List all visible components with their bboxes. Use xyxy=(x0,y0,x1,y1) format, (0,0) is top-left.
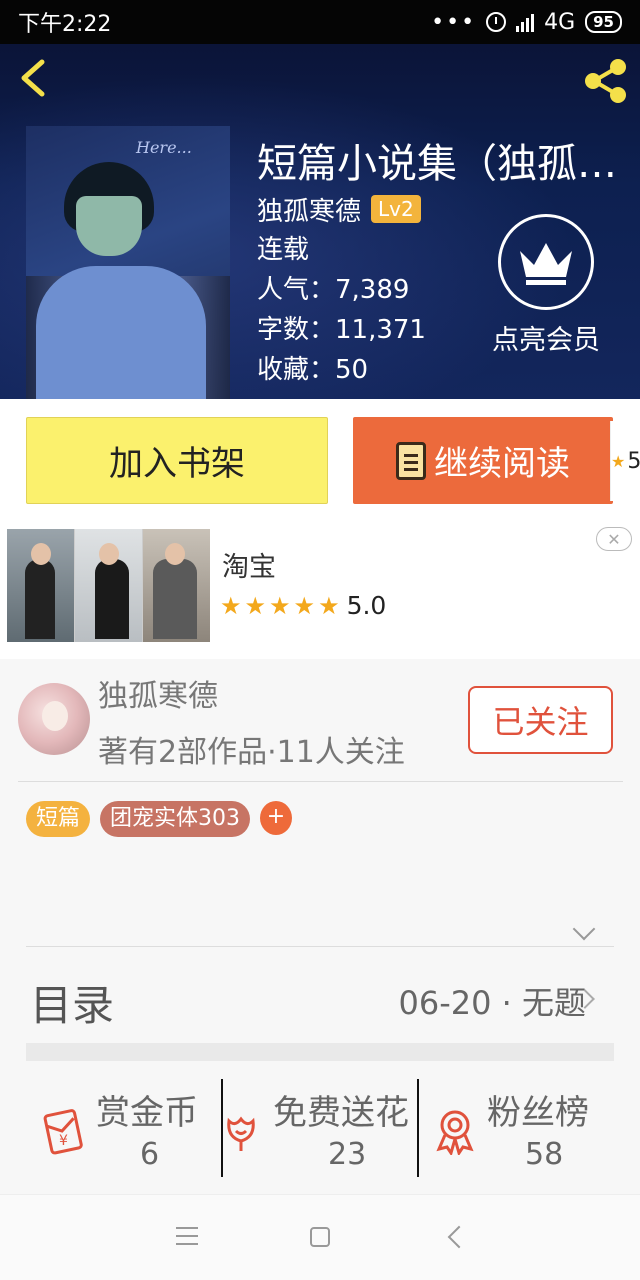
crown-icon xyxy=(498,214,594,310)
stat-fan-ranking[interactable]: 粉丝榜 58 xyxy=(419,1079,640,1179)
medal-icon xyxy=(436,1110,474,1155)
book-icon xyxy=(396,441,426,480)
svg-text:¥: ¥ xyxy=(59,1133,68,1149)
chevron-down-icon[interactable] xyxy=(572,917,596,941)
add-tag-button[interactable]: + xyxy=(260,801,293,835)
stat-label: 粉丝榜 xyxy=(487,1093,589,1133)
network-label: 4G xyxy=(544,9,576,35)
share-icon[interactable] xyxy=(580,56,630,106)
ad-image-panel xyxy=(7,529,74,642)
stat-value: 6 xyxy=(140,1137,160,1172)
level-badge: Lv2 xyxy=(371,195,421,223)
home-icon[interactable] xyxy=(310,1227,330,1247)
flower-icon xyxy=(227,1116,255,1151)
back-arrow-icon[interactable] xyxy=(14,56,58,100)
divider xyxy=(26,946,614,947)
ad-image-panel xyxy=(75,529,142,642)
status-bar: 下午2:22 ••• 4G 95 xyxy=(0,0,640,44)
signal-icon xyxy=(516,12,535,32)
star-icon: ★ xyxy=(220,591,242,620)
stat-value: 58 xyxy=(525,1137,564,1172)
ad-banner[interactable]: 淘宝 ★ ★ ★ ★ ★ 5.0 ✕ xyxy=(0,521,640,659)
nav-back-icon[interactable] xyxy=(447,1225,471,1249)
book-title: 短篇小说集（独孤… xyxy=(257,141,617,187)
peek-rating: ★ 5 xyxy=(610,421,640,501)
author-name[interactable]: 独孤寒德 xyxy=(98,671,218,715)
menu-icon[interactable] xyxy=(176,1227,198,1245)
star-icon: ★ xyxy=(318,591,340,620)
ad-image xyxy=(7,529,210,642)
cover-art-body xyxy=(36,266,206,399)
action-row: 加入书架 继续阅读 ★ 5 xyxy=(0,399,640,521)
star-icon: ★ xyxy=(293,591,316,620)
stats-row: ¥ 赏金币 6 免费送花 23 粉丝榜 58 xyxy=(0,1079,640,1179)
battery-icon: 95 xyxy=(585,11,622,33)
peek-value: 5 xyxy=(627,448,640,474)
system-nav-bar xyxy=(0,1194,640,1280)
section-separator xyxy=(26,1043,614,1061)
book-cover[interactable]: Here... xyxy=(26,126,230,399)
rating-value: 5.0 xyxy=(346,591,387,620)
red-envelope-icon: ¥ xyxy=(43,1109,83,1155)
cover-scrawl: Here... xyxy=(136,138,192,157)
continue-reading-button[interactable]: 继续阅读 xyxy=(353,417,613,504)
header-author-name[interactable]: 独孤寒德 xyxy=(257,191,361,228)
star-icon: ★ xyxy=(269,591,291,620)
more-dots-icon: ••• xyxy=(431,9,477,35)
tag-short-story[interactable]: 短篇 xyxy=(26,801,91,837)
ad-title: 淘宝 xyxy=(222,552,276,583)
author-section: 独孤寒德 著有2部作品·11人关注 已关注 短篇 团宠实体303 + 目录 06… xyxy=(0,659,640,1179)
stat-free-flowers[interactable]: 免费送花 23 xyxy=(223,1079,417,1179)
continue-reading-label: 继续阅读 xyxy=(434,444,570,484)
tag-list: 短篇 团宠实体303 + xyxy=(26,801,293,837)
book-header: Here... 短篇小说集（独孤… 独孤寒德 Lv2 连载 人气：7,389 字… xyxy=(0,44,640,399)
stat-label: 免费送花 xyxy=(273,1093,409,1133)
stat-reward-coins[interactable]: ¥ 赏金币 6 xyxy=(0,1079,220,1179)
stat-label: 赏金币 xyxy=(96,1093,198,1133)
vip-button[interactable]: 点亮会员 xyxy=(486,214,606,357)
divider xyxy=(18,781,623,782)
alarm-icon xyxy=(486,12,507,32)
tag-group[interactable]: 团宠实体303 xyxy=(100,801,251,837)
add-to-shelf-button[interactable]: 加入书架 xyxy=(26,417,328,504)
toc-row[interactable]: 目录 06-20 · 无题 xyxy=(0,964,640,1034)
follow-button[interactable]: 已关注 xyxy=(468,686,613,754)
ad-rating: ★ ★ ★ ★ ★ 5.0 xyxy=(220,591,386,620)
vip-label: 点亮会员 xyxy=(492,325,600,356)
cover-art-face xyxy=(76,196,142,256)
star-icon: ★ xyxy=(611,451,626,471)
author-stats: 著有2部作品·11人关注 xyxy=(98,735,405,770)
stat-value: 23 xyxy=(328,1137,367,1172)
avatar[interactable] xyxy=(18,683,90,755)
toc-title: 目录 xyxy=(30,981,115,1030)
close-icon[interactable]: ✕ xyxy=(596,527,632,551)
toc-latest-chapter: 06-20 · 无题 xyxy=(398,984,586,1022)
star-icon: ★ xyxy=(244,591,267,620)
status-time: 下午2:22 xyxy=(18,12,112,37)
ad-image-panel xyxy=(143,529,210,642)
status-icons: ••• 4G 95 xyxy=(431,10,622,35)
